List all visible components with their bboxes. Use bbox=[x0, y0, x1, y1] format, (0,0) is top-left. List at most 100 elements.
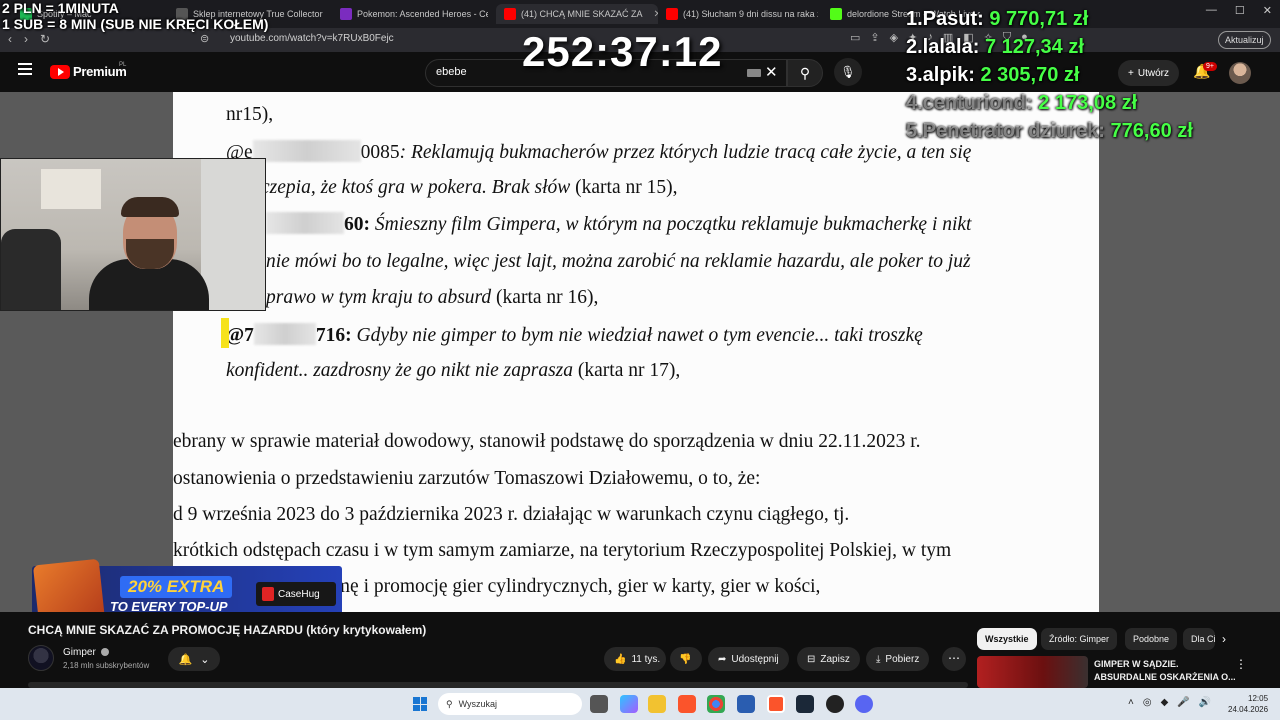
document-page: nr15), @e 0085: Reklamują bukmacherów prz… bbox=[173, 92, 1099, 612]
back-icon[interactable]: ‹ bbox=[8, 32, 12, 46]
doc-text: 60: bbox=[344, 214, 375, 235]
close-tab-icon[interactable]: ✕ bbox=[654, 9, 658, 20]
doc-text: 0085 bbox=[360, 142, 400, 163]
taskbar-clock[interactable]: 12:05 24.04.2026 bbox=[1228, 693, 1268, 715]
windows-start-icon[interactable] bbox=[413, 697, 427, 711]
search-input-value[interactable]: ebebe bbox=[436, 66, 467, 78]
maximize-icon[interactable]: ☐ bbox=[1235, 4, 1245, 17]
sponsor-headline: 20% EXTRA bbox=[120, 576, 233, 598]
close-window-icon[interactable]: ✕ bbox=[1263, 4, 1272, 17]
obs-icon[interactable] bbox=[826, 695, 844, 713]
doc-text: : Reklamują bukmacherów przez których lu… bbox=[399, 142, 972, 163]
chevron-right-icon[interactable]: › bbox=[1222, 632, 1226, 646]
recommended-thumbnail[interactable] bbox=[977, 656, 1088, 688]
browser-tab-3[interactable]: Pokemon: Ascended Heroes - Ceny K bbox=[340, 4, 488, 24]
verified-icon bbox=[101, 648, 109, 656]
youtube-logo-icon[interactable] bbox=[50, 65, 70, 79]
redacted-block bbox=[253, 323, 316, 345]
casehug-logo-icon bbox=[262, 587, 274, 601]
screen-cast-icon[interactable]: ▭ bbox=[850, 31, 860, 44]
sponsor-brand: CaseHug bbox=[278, 588, 320, 600]
doc-text: Śmieszny film Gimpera, w którym na począ… bbox=[374, 214, 972, 235]
task-view-icon[interactable] bbox=[590, 695, 608, 713]
save-button[interactable]: ⊟ Zapisz bbox=[797, 647, 860, 671]
share-icon[interactable]: ⇪ bbox=[870, 31, 879, 44]
donor-amount: 9 770,71 zł bbox=[989, 8, 1089, 30]
more-actions-icon[interactable]: ⋯ bbox=[942, 647, 966, 671]
microphone-icon[interactable]: 🎤 bbox=[1177, 697, 1189, 708]
channel-avatar[interactable] bbox=[28, 645, 54, 671]
browser-tab-active[interactable]: (41) CHCĄ MNIE SKAZAĆ ZA ✕ bbox=[496, 4, 658, 24]
donor-name: 3.alpik: bbox=[906, 64, 975, 86]
dislike-button[interactable]: 👎 bbox=[670, 647, 702, 671]
tray-chevron-icon[interactable]: ˄ bbox=[1128, 697, 1134, 708]
chip-related[interactable]: Podobne bbox=[1125, 628, 1178, 650]
system-tray: ˄ ◎ ◆ 🎤 🔊 bbox=[1128, 697, 1211, 708]
discord-icon[interactable] bbox=[855, 695, 873, 713]
channel-name[interactable]: Gimper bbox=[63, 647, 96, 658]
doc-line: @e 0085: Reklamują bukmacherów przez któr… bbox=[226, 140, 971, 164]
download-button[interactable]: ⤓ Pobierz bbox=[866, 647, 930, 671]
chip-all[interactable]: Wszystkie bbox=[977, 628, 1037, 650]
share-label: Udostępnij bbox=[731, 653, 779, 665]
highlight-marker bbox=[221, 318, 229, 348]
doc-line: konfident.. zazdrosny że go nikt nie zap… bbox=[226, 360, 680, 382]
doc-line: nr15), bbox=[226, 104, 274, 125]
voice-search-button[interactable]: 🎙 bbox=[834, 58, 862, 86]
thumbs-up-icon: 👍 bbox=[614, 653, 627, 665]
fridge-shape bbox=[201, 159, 265, 310]
store-icon[interactable] bbox=[737, 695, 755, 713]
like-count: 11 tys. bbox=[631, 653, 661, 665]
chip-source[interactable]: Źródło: Gimper bbox=[1041, 628, 1118, 650]
doc-text: czepia, że ktoś gra w pokera. Brak słów bbox=[261, 177, 571, 198]
donor-amount: 776,60 zł bbox=[1110, 120, 1193, 142]
recommended-title[interactable]: GIMPER W SĄDZIE. ABSURDALNE OSKARŻENIA O… bbox=[1094, 658, 1236, 684]
leaderboard-row: 1.Pasut: 9 770,71 zł bbox=[906, 8, 1193, 36]
donor-amount: 2 173,08 zł bbox=[1038, 92, 1138, 114]
kebab-menu-icon[interactable]: ⋮ bbox=[1235, 657, 1247, 671]
brave-shield-icon[interactable]: ◈ bbox=[890, 31, 898, 44]
download-label: Pobierz bbox=[885, 653, 920, 665]
person-hair bbox=[121, 197, 179, 217]
brave-active-icon[interactable] bbox=[767, 695, 785, 713]
notification-badge: 9+ bbox=[1203, 62, 1217, 71]
subscribed-button[interactable]: 🔔 ⌄ bbox=[168, 647, 220, 671]
share-button[interactable]: ➦ Udostępnij bbox=[708, 647, 789, 671]
keyboard-icon[interactable] bbox=[747, 69, 761, 77]
chrome-icon[interactable] bbox=[707, 695, 725, 713]
site-info-icon[interactable]: ⊜ bbox=[200, 32, 209, 45]
donation-rate-overlay: 2 PLN = 1MINUTA 1 SUB = 8 MIN (SUB NIE K… bbox=[2, 0, 268, 32]
pokemon-site-icon bbox=[340, 8, 352, 20]
url-field[interactable]: youtube.com/watch?v=k7RUxB0Fejc bbox=[230, 33, 394, 44]
user-avatar[interactable] bbox=[1229, 62, 1251, 84]
clear-search-icon[interactable]: ✕ bbox=[765, 63, 778, 81]
window-controls: — ☐ ✕ bbox=[1206, 4, 1272, 17]
doc-line: krótkich odstępach czasu i w tym samym z… bbox=[173, 540, 952, 561]
tab-label: Pokemon: Ascended Heroes - Ceny K bbox=[357, 9, 488, 19]
file-explorer-icon[interactable] bbox=[648, 695, 666, 713]
browser-tab-5[interactable]: (41) Słucham 9 dni dissu na raka żeby bbox=[666, 4, 818, 24]
tray-app-icon[interactable]: ◎ bbox=[1143, 697, 1152, 708]
steam-icon[interactable] bbox=[796, 695, 814, 713]
redacted-block bbox=[266, 212, 344, 234]
search-button[interactable]: ⚲ bbox=[787, 59, 823, 87]
bell-icon: 🔔 bbox=[178, 653, 193, 666]
taskbar-search[interactable]: ⚲ Wyszukaj bbox=[438, 693, 582, 715]
chip-for-you[interactable]: Dla Ciebie bbox=[1183, 628, 1215, 650]
tab-label: (41) Słucham 9 dni dissu na raka żeby bbox=[683, 9, 818, 19]
tray-app-icon[interactable]: ◆ bbox=[1161, 697, 1169, 708]
subscriber-count: 2,18 mln subskrybentów bbox=[63, 661, 150, 670]
youtube-icon bbox=[504, 8, 516, 20]
update-button[interactable]: Aktualizuj bbox=[1218, 31, 1271, 49]
menu-icon[interactable] bbox=[18, 63, 32, 75]
forward-icon[interactable]: › bbox=[24, 32, 28, 46]
windows-taskbar bbox=[0, 688, 1280, 720]
doc-line: nie mówi bo to legalne, więc jest lajt, … bbox=[266, 251, 971, 272]
minimize-icon[interactable]: — bbox=[1206, 4, 1217, 17]
like-button[interactable]: 👍 11 tys. bbox=[604, 647, 666, 671]
reload-icon[interactable]: ↻ bbox=[40, 32, 50, 46]
copilot-icon[interactable] bbox=[620, 695, 638, 713]
volume-icon[interactable]: 🔊 bbox=[1199, 697, 1211, 708]
donor-name: 5.Penetrator dziurek: bbox=[906, 120, 1105, 142]
brave-browser-icon[interactable] bbox=[678, 695, 696, 713]
